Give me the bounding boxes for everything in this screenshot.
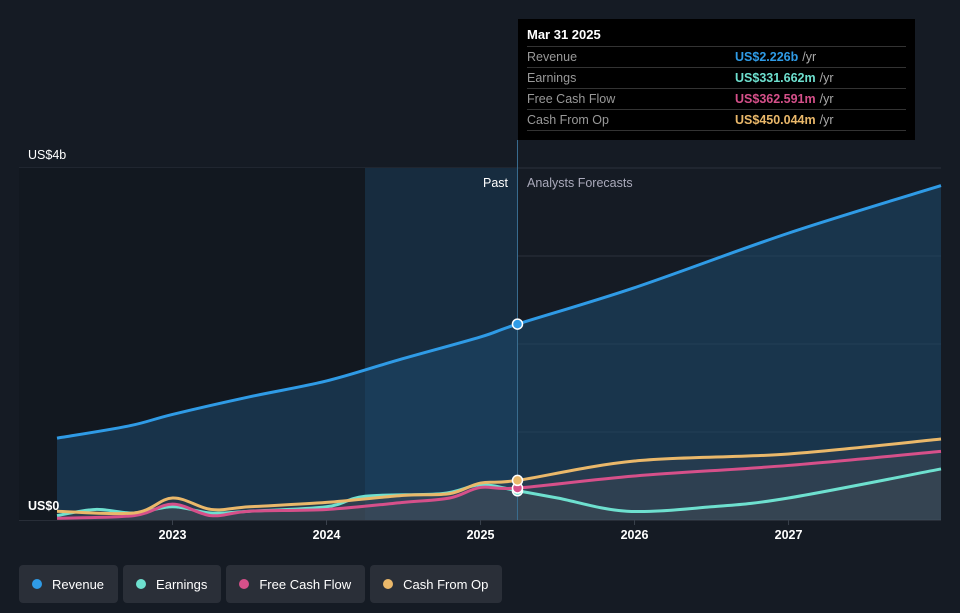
- legend: Revenue Earnings Free Cash Flow Cash Fro…: [19, 565, 503, 603]
- revenue-dot-icon: [32, 579, 42, 589]
- tooltip-row-revenue: Revenue US$2.226b/yr: [527, 46, 906, 67]
- tooltip: Mar 31 2025 Revenue US$2.226b/yr Earnings…: [518, 19, 915, 140]
- x-tick-label: 2026: [621, 528, 649, 542]
- tooltip-unit: /yr: [802, 50, 817, 64]
- y-label-top: US$4b: [28, 148, 66, 162]
- tooltip-row-fcf: Free Cash Flow US$362.591m/yr: [527, 88, 906, 109]
- x-tick-label: 2024: [313, 528, 341, 542]
- tooltip-unit: /yr: [819, 113, 834, 127]
- past-label: Past: [483, 176, 509, 190]
- tooltip-label: Revenue: [527, 50, 578, 64]
- tooltip-unit: /yr: [819, 92, 834, 106]
- tooltip-row-earnings: Earnings US$331.662m/yr: [527, 67, 906, 88]
- tooltip-value: US$450.044m: [735, 113, 816, 127]
- tooltip-value: US$331.662m: [735, 71, 816, 85]
- tooltip-unit: /yr: [819, 71, 834, 85]
- fcf-dot-icon: [239, 579, 250, 589]
- tooltip-value: US$2.226b: [735, 50, 799, 64]
- legend-cash-from-op[interactable]: Cash From Op: [370, 565, 503, 603]
- tooltip-label: Cash From Op: [527, 113, 609, 127]
- y-label-bottom: US$0: [28, 499, 59, 513]
- legend-label: Earnings: [156, 576, 208, 592]
- revenue-marker[interactable]: [511, 318, 524, 330]
- forecast-label: Analysts Forecasts: [527, 176, 633, 190]
- tooltip-label: Free Cash Flow: [527, 92, 616, 106]
- tooltip-value: US$362.591m: [735, 92, 816, 106]
- legend-free-cash-flow[interactable]: Free Cash Flow: [226, 565, 366, 603]
- cfo-dot-icon: [383, 579, 394, 589]
- x-tick-label: 2027: [775, 528, 803, 542]
- earnings-dot-icon: [136, 579, 147, 589]
- legend-revenue[interactable]: Revenue: [19, 565, 119, 603]
- legend-label: Cash From Op: [403, 576, 489, 592]
- legend-label: Revenue: [52, 576, 105, 592]
- legend-earnings[interactable]: Earnings: [123, 565, 222, 603]
- x-tick-label: 2025: [467, 528, 495, 542]
- x-tick-label: 2023: [159, 528, 187, 542]
- cash-from-op-marker[interactable]: [511, 474, 524, 487]
- tooltip-date: Mar 31 2025: [527, 27, 601, 42]
- tooltip-row-cfo: Cash From Op US$450.044m/yr: [527, 109, 906, 131]
- tooltip-label: Earnings: [527, 71, 577, 85]
- legend-label: Free Cash Flow: [259, 576, 352, 592]
- x-axis: 2023 2024 2025 2026 2027: [159, 520, 803, 542]
